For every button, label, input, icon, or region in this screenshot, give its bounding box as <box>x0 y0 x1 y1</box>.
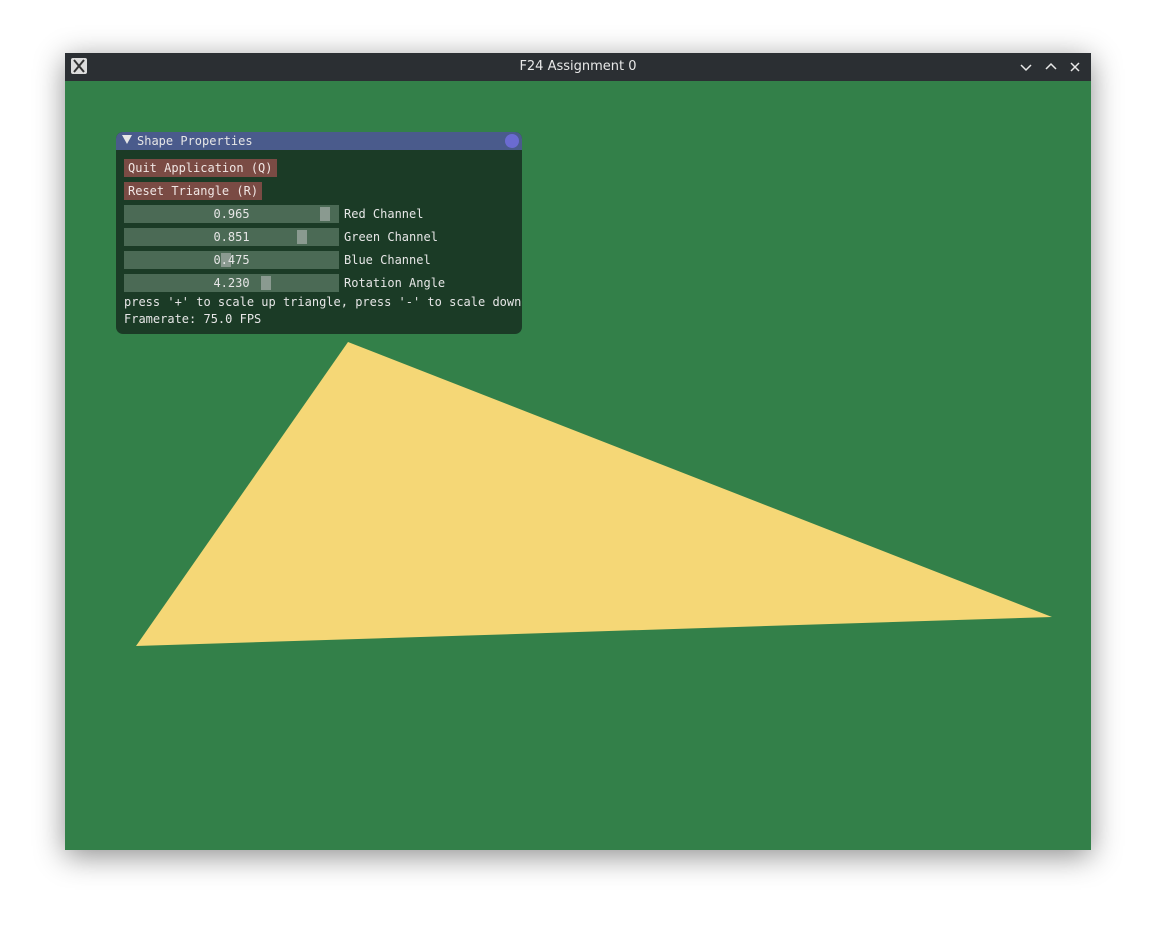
slider-value: 4.230 <box>213 276 250 290</box>
minimize-button[interactable] <box>1017 58 1035 76</box>
close-icon <box>1070 62 1080 72</box>
slider-value: 0.965 <box>213 207 250 221</box>
maximize-button[interactable] <box>1042 58 1060 76</box>
rotation-angle-slider[interactable]: 4.230 <box>124 274 339 292</box>
scale-hint-text: press '+' to scale up triangle, press '-… <box>124 295 522 309</box>
quit-button[interactable]: Quit Application (Q) <box>124 159 277 177</box>
close-button[interactable] <box>1066 58 1084 76</box>
blue-channel-slider[interactable]: 0.475 <box>124 251 339 269</box>
triangle-shape <box>136 342 1052 646</box>
title-bar[interactable]: F24 Assignment 0 <box>65 53 1091 81</box>
slider-value: 0.851 <box>213 230 250 244</box>
green-channel-slider[interactable]: 0.851 <box>124 228 339 246</box>
panel-title: Shape Properties <box>137 134 253 148</box>
maximize-icon <box>1045 62 1057 70</box>
slider-label: Red Channel <box>344 207 424 221</box>
slider-value: 0.475 <box>213 253 250 267</box>
slider-label: Rotation Angle <box>344 276 446 290</box>
reset-button[interactable]: Reset Triangle (R) <box>124 182 263 200</box>
collapse-arrow-icon[interactable] <box>122 135 132 144</box>
red-channel-slider[interactable]: 0.965 <box>124 205 339 223</box>
app-window: F24 Assignment 0 Shape Properties Quit A… <box>65 53 1091 850</box>
slider-label: Green Channel <box>344 230 438 244</box>
panel-close-icon[interactable] <box>505 134 519 148</box>
minimize-icon <box>1020 64 1032 72</box>
window-title: F24 Assignment 0 <box>519 59 637 74</box>
render-viewport[interactable]: Shape Properties Quit Application (Q) Re… <box>65 81 1091 850</box>
framerate-text: Framerate: 75.0 FPS <box>124 312 262 326</box>
shape-properties-panel[interactable]: Shape Properties Quit Application (Q) Re… <box>116 132 522 334</box>
slider-label: Blue Channel <box>344 253 431 267</box>
panel-header[interactable]: Shape Properties <box>116 132 522 150</box>
